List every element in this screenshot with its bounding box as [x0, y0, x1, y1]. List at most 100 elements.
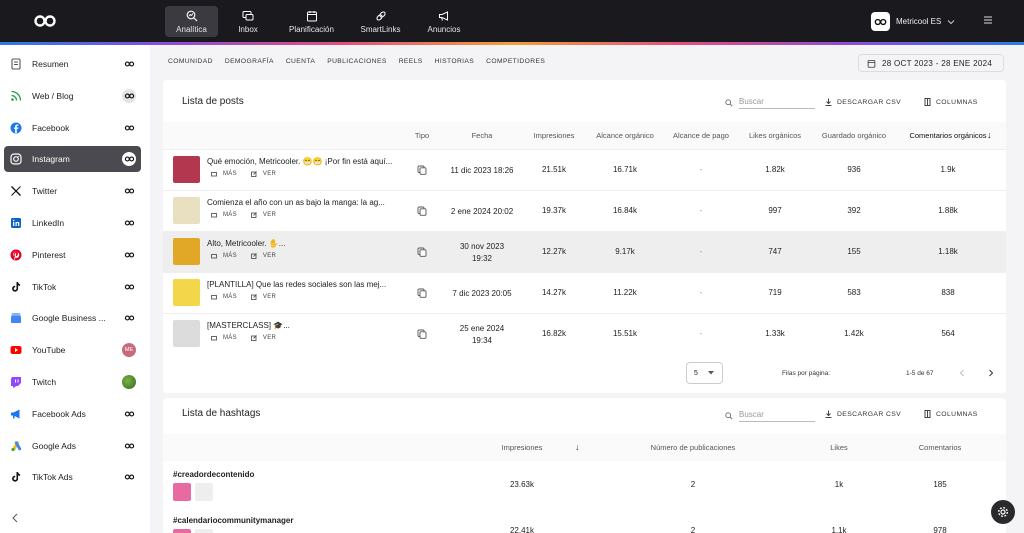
sidebar-item-linkedin[interactable]: LinkedIn	[4, 210, 141, 236]
post-row[interactable]: [PLANTILLA] Que las redes sociales son l…	[163, 272, 1006, 313]
hashtags-download-label: DESCARGAR CSV	[837, 410, 902, 418]
view-button[interactable]: VER	[251, 335, 276, 341]
more-button[interactable]: MÁS	[211, 294, 237, 300]
subnav-tab-2[interactable]: DEMOGRAFÍA	[225, 58, 274, 65]
hashtags-col-header[interactable]: Número de publicaciones	[651, 443, 736, 452]
posts-search-input[interactable]: Buscar	[739, 97, 815, 109]
sidebar-item-twitch[interactable]: Twitch	[4, 369, 141, 395]
hashtag-row[interactable]: #calendariocommunitymanager 22.41k 2 1.1k 97…	[163, 507, 1006, 533]
sort-desc-icon[interactable]: ↓	[575, 442, 580, 452]
nav-inbox[interactable]: Inbox	[220, 6, 276, 37]
post-thumbnail[interactable]	[173, 279, 200, 306]
subnav-tab-5[interactable]: REELS	[399, 58, 423, 65]
date-range-picker[interactable]: 28 OCT 2023 - 28 ENE 2024	[858, 54, 1004, 72]
subnav-tab-1[interactable]: COMUNIDAD	[168, 58, 213, 65]
sidebar-item-tiktok[interactable]: TikTok	[4, 274, 141, 300]
posts-col-header[interactable]: Impresiones	[534, 131, 575, 140]
hashtags-search-input[interactable]: Buscar	[739, 410, 815, 422]
more-button[interactable]: MÁS	[211, 171, 237, 177]
hashtag-name: #calendariocommunitymanager	[173, 516, 294, 525]
menu-icon[interactable]	[983, 15, 993, 25]
sidebar-item-google-ads[interactable]: Google Ads	[4, 433, 141, 459]
post-row[interactable]: Comienza el año con un as bajo la manga:…	[163, 190, 1006, 231]
more-label: MÁS	[223, 253, 237, 259]
sidebar-item-google-business[interactable]: Google Business ...	[4, 305, 141, 331]
connected-account-icon	[122, 57, 136, 71]
nav-analitica[interactable]: Analítica	[165, 6, 218, 37]
hashtags-col-header[interactable]: Likes	[830, 443, 848, 452]
post-thumbnail[interactable]	[173, 320, 200, 347]
post-actions: MÁS VER	[211, 171, 276, 177]
subnav-tab-4[interactable]: PUBLICACIONES	[327, 58, 386, 65]
post-date: 7 dic 2023 20:05	[452, 288, 511, 300]
settings-button[interactable]	[991, 500, 1015, 524]
prev-page-icon[interactable]	[959, 369, 965, 377]
sidebar-item-facebook[interactable]: Facebook	[4, 115, 141, 141]
hashtags-col-header[interactable]: Impresiones	[502, 443, 543, 452]
hashtags-download-csv-button[interactable]: DESCARGAR CSV	[825, 410, 901, 418]
hashtags-col-header[interactable]: Comentarios	[919, 443, 962, 452]
connected-account-icon	[122, 375, 136, 389]
sidebar-item-tiktok-ads[interactable]: TikTok Ads	[4, 464, 141, 490]
nav-planificacion[interactable]: Planificación	[278, 6, 345, 37]
post-row[interactable]: Alto, Metricooler. ✋... MÁS VER 30 nov 2023…	[163, 231, 1006, 272]
more-button[interactable]: MÁS	[211, 212, 237, 218]
posts-download-csv-button[interactable]: DESCARGAR CSV	[825, 98, 901, 106]
post-row[interactable]: [MASTERCLASS] 🎓... MÁS VER 25 ene 2024 19:34…	[163, 313, 1006, 354]
calendar-icon	[306, 10, 317, 21]
post-thumbnail[interactable]	[173, 238, 200, 265]
metricool-logo-icon[interactable]	[33, 14, 57, 28]
x-icon	[10, 185, 22, 197]
view-button[interactable]: VER	[251, 212, 276, 218]
inbox-icon	[242, 10, 254, 20]
hashtag-row[interactable]: #creadordecontenido 23.63k 2 1k 185	[163, 461, 1006, 507]
hashtag-thumbnail[interactable]	[195, 529, 213, 533]
sidebar-item-rss[interactable]: Web / Blog	[4, 83, 141, 109]
sidebar-item-youtube[interactable]: YouTube ME	[4, 337, 141, 363]
post-row[interactable]: Qué emoción, Metricooler. 😁😁 ¡Por fin es…	[163, 149, 1006, 190]
posts-col-header[interactable]: Guardado orgánico	[822, 131, 886, 140]
next-page-icon[interactable]	[988, 369, 994, 377]
subnav-tab-3[interactable]: CUENTA	[286, 58, 315, 65]
brand-switcher[interactable]: Metricool ES	[871, 12, 955, 31]
megaphone-icon	[439, 10, 448, 21]
subnav-tab-7[interactable]: COMPETIDORES	[486, 58, 545, 65]
post-date-line1: 25 ene 2024	[459, 324, 505, 333]
posts-col-header[interactable]: Alcance de pago	[673, 131, 729, 140]
posts-col-header[interactable]: Tipo	[415, 131, 429, 140]
more-button[interactable]: MÁS	[211, 253, 237, 259]
sort-desc-icon[interactable]: ↓	[987, 130, 992, 140]
post-thumbnail[interactable]	[173, 197, 200, 224]
view-button[interactable]: VER	[251, 171, 276, 177]
rows-per-page-select[interactable]: 5	[686, 362, 723, 384]
nav-smartlinks[interactable]: SmartLinks	[347, 6, 414, 37]
hashtag-thumbnail[interactable]	[173, 483, 191, 501]
sidebar-item-instagram[interactable]: Instagram	[4, 146, 141, 173]
sidebar-item-x[interactable]: Twitter	[4, 178, 141, 204]
hashtags-search[interactable]: Buscar	[725, 410, 815, 422]
hashtags-panel: Lista de hashtags Buscar DESCARGAR CSV C…	[163, 398, 1006, 533]
hashtag-thumbnail[interactable]	[195, 483, 213, 501]
sidebar-item-summary[interactable]: Resumen	[4, 51, 141, 77]
posts-col-header[interactable]: Alcance orgánico	[596, 131, 654, 140]
view-button[interactable]: VER	[251, 253, 276, 259]
connected-account-icon	[122, 152, 136, 167]
more-button[interactable]: MÁS	[211, 335, 237, 341]
sidebar-item-facebook-ads[interactable]: Facebook Ads	[4, 401, 141, 427]
post-text: Comienza el año con un as bajo la manga:…	[207, 198, 385, 207]
post-thumbnail[interactable]	[173, 156, 200, 183]
post-date-line2: 19:34	[471, 336, 493, 345]
subnav-tab-6[interactable]: HISTORIAS	[435, 58, 475, 65]
sidebar-item-pinterest[interactable]: Pinterest	[4, 242, 141, 268]
nav-anuncios[interactable]: Anuncios	[416, 6, 472, 37]
collapse-sidebar-icon[interactable]	[11, 513, 19, 523]
posts-columns-button[interactable]: COLUMNAS	[924, 98, 978, 106]
posts-col-header[interactable]: Comentarios orgánicos	[909, 131, 986, 140]
view-button[interactable]: VER	[251, 294, 276, 300]
posts-search[interactable]: Buscar	[725, 97, 815, 109]
posts-col-header[interactable]: Fecha	[472, 131, 493, 140]
hashtag-thumbnail[interactable]	[173, 529, 191, 533]
posts-col-header[interactable]: Likes orgánicos	[749, 131, 801, 140]
hashtags-columns-button[interactable]: COLUMNAS	[924, 410, 978, 418]
post-text: [MASTERCLASS] 🎓...	[207, 321, 290, 330]
